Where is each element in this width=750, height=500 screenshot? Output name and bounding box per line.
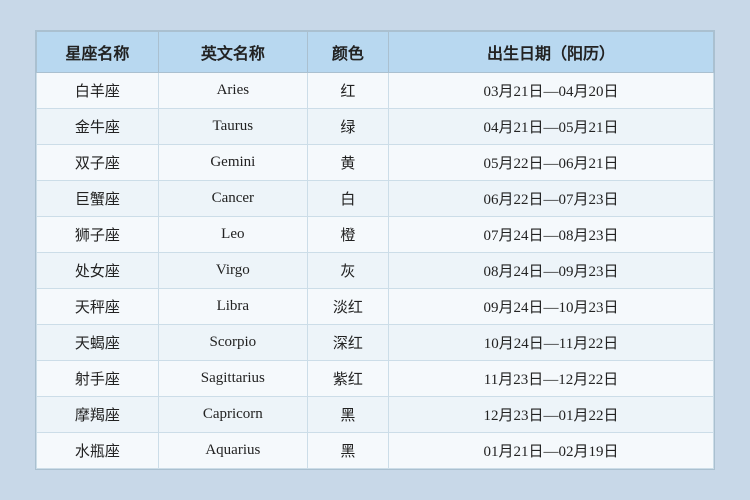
cell-date: 08月24日—09月23日 (389, 253, 714, 289)
cell-date: 10月24日—11月22日 (389, 325, 714, 361)
header-color: 颜色 (307, 32, 388, 73)
zodiac-table: 星座名称 英文名称 颜色 出生日期（阳历） 白羊座Aries红03月21日—04… (36, 31, 714, 469)
table-row: 处女座Virgo灰08月24日—09月23日 (37, 253, 714, 289)
cell-chinese: 金牛座 (37, 109, 159, 145)
cell-color: 红 (307, 73, 388, 109)
cell-english: Taurus (158, 109, 307, 145)
cell-english: Sagittarius (158, 361, 307, 397)
table-row: 巨蟹座Cancer白06月22日—07月23日 (37, 181, 714, 217)
zodiac-table-container: 星座名称 英文名称 颜色 出生日期（阳历） 白羊座Aries红03月21日—04… (35, 30, 715, 470)
cell-date: 01月21日—02月19日 (389, 433, 714, 469)
cell-color: 白 (307, 181, 388, 217)
cell-chinese: 处女座 (37, 253, 159, 289)
cell-chinese: 摩羯座 (37, 397, 159, 433)
cell-date: 09月24日—10月23日 (389, 289, 714, 325)
cell-chinese: 巨蟹座 (37, 181, 159, 217)
cell-color: 绿 (307, 109, 388, 145)
cell-chinese: 天蝎座 (37, 325, 159, 361)
header-chinese: 星座名称 (37, 32, 159, 73)
table-row: 狮子座Leo橙07月24日—08月23日 (37, 217, 714, 253)
header-english: 英文名称 (158, 32, 307, 73)
cell-date: 11月23日—12月22日 (389, 361, 714, 397)
cell-english: Libra (158, 289, 307, 325)
cell-english: Gemini (158, 145, 307, 181)
cell-english: Aquarius (158, 433, 307, 469)
cell-date: 05月22日—06月21日 (389, 145, 714, 181)
header-date: 出生日期（阳历） (389, 32, 714, 73)
table-row: 天蝎座Scorpio深红10月24日—11月22日 (37, 325, 714, 361)
table-row: 水瓶座Aquarius黑01月21日—02月19日 (37, 433, 714, 469)
cell-color: 淡红 (307, 289, 388, 325)
cell-date: 04月21日—05月21日 (389, 109, 714, 145)
table-row: 天秤座Libra淡红09月24日—10月23日 (37, 289, 714, 325)
cell-english: Scorpio (158, 325, 307, 361)
cell-color: 黑 (307, 433, 388, 469)
cell-color: 灰 (307, 253, 388, 289)
cell-color: 黄 (307, 145, 388, 181)
cell-chinese: 水瓶座 (37, 433, 159, 469)
cell-english: Virgo (158, 253, 307, 289)
table-row: 白羊座Aries红03月21日—04月20日 (37, 73, 714, 109)
cell-date: 06月22日—07月23日 (389, 181, 714, 217)
cell-color: 深红 (307, 325, 388, 361)
cell-color: 橙 (307, 217, 388, 253)
cell-english: Leo (158, 217, 307, 253)
cell-english: Cancer (158, 181, 307, 217)
cell-english: Capricorn (158, 397, 307, 433)
table-row: 金牛座Taurus绿04月21日—05月21日 (37, 109, 714, 145)
cell-chinese: 天秤座 (37, 289, 159, 325)
table-row: 射手座Sagittarius紫红11月23日—12月22日 (37, 361, 714, 397)
cell-chinese: 白羊座 (37, 73, 159, 109)
table-header-row: 星座名称 英文名称 颜色 出生日期（阳历） (37, 32, 714, 73)
cell-date: 07月24日—08月23日 (389, 217, 714, 253)
table-row: 摩羯座Capricorn黑12月23日—01月22日 (37, 397, 714, 433)
cell-date: 03月21日—04月20日 (389, 73, 714, 109)
cell-date: 12月23日—01月22日 (389, 397, 714, 433)
cell-english: Aries (158, 73, 307, 109)
cell-chinese: 狮子座 (37, 217, 159, 253)
table-row: 双子座Gemini黄05月22日—06月21日 (37, 145, 714, 181)
cell-color: 紫红 (307, 361, 388, 397)
cell-color: 黑 (307, 397, 388, 433)
cell-chinese: 双子座 (37, 145, 159, 181)
cell-chinese: 射手座 (37, 361, 159, 397)
